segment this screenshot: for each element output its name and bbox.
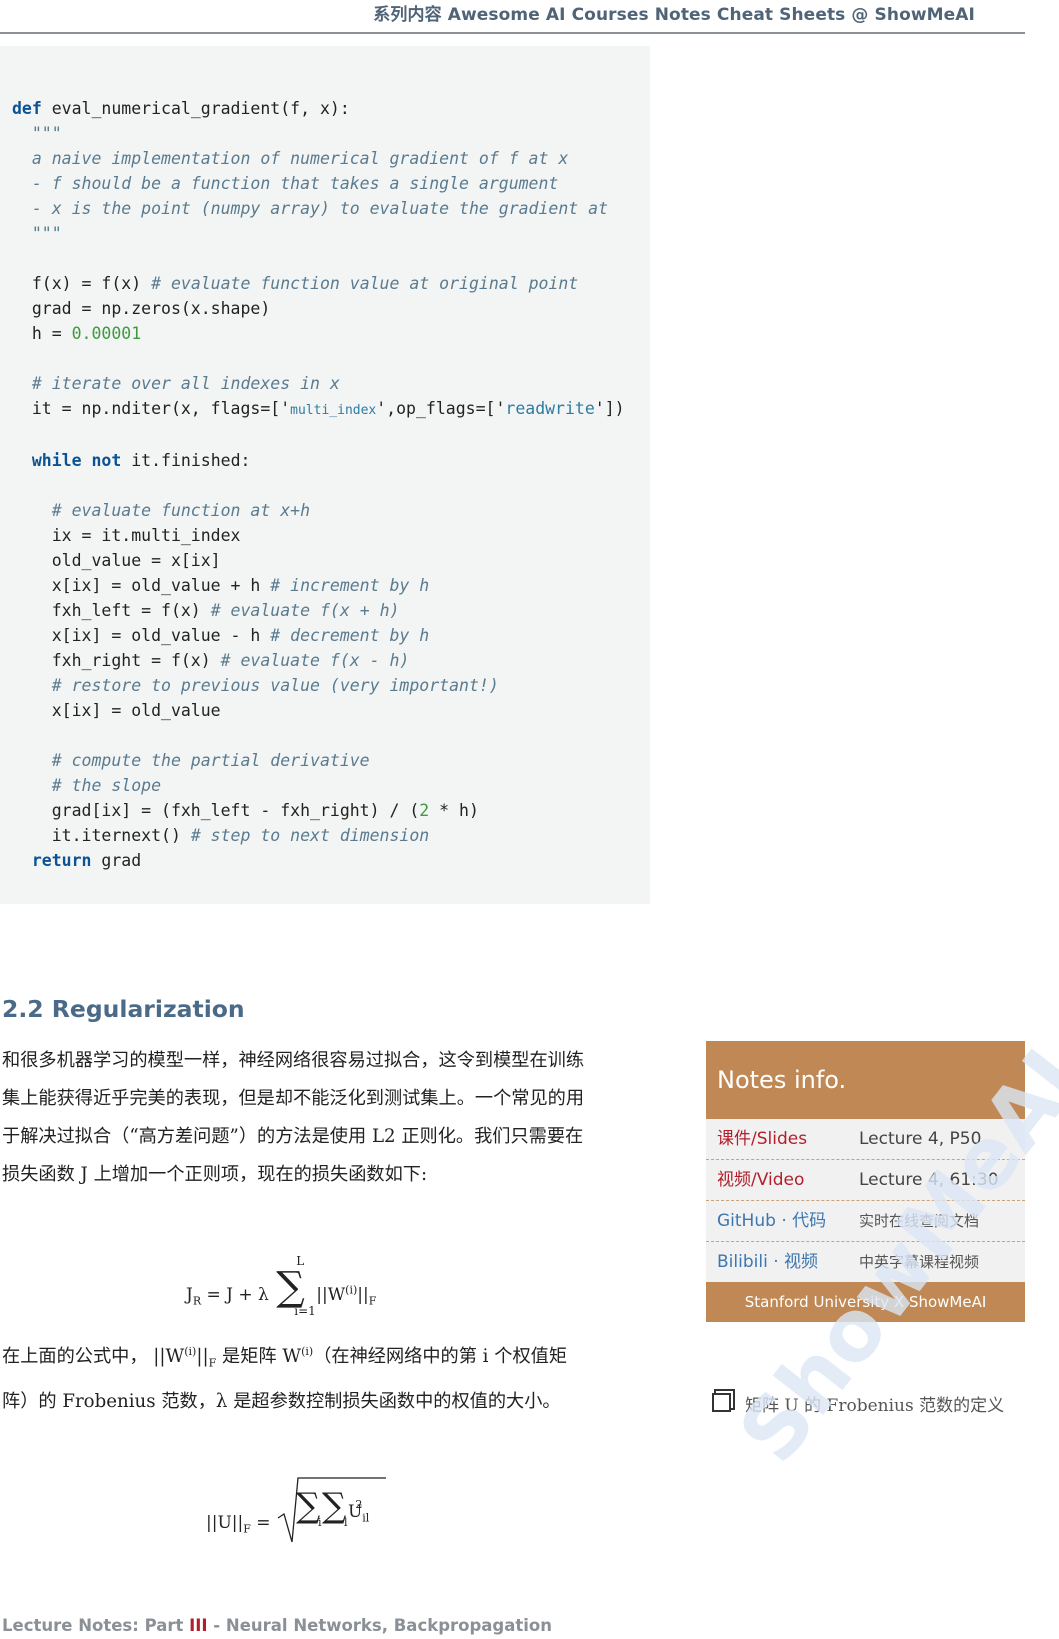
- code-line: x[ix] = old_value: [12, 701, 221, 720]
- code-line: it.iternext(): [12, 826, 191, 845]
- code-line: ']): [594, 399, 625, 418]
- formula-lhs-sub: R: [192, 1294, 202, 1308]
- section-title: 2.2 Regularization: [2, 995, 245, 1023]
- sum-l: l: [343, 1516, 348, 1529]
- norm-close: ||: [357, 1285, 369, 1305]
- code-line: it = np.nditer(x, flags=[': [12, 399, 291, 418]
- site-title: Awesome AI Courses Notes Cheat Sheets @ …: [447, 5, 975, 25]
- code-line: h =: [12, 324, 72, 343]
- code-comment: # compute the partial derivative: [12, 751, 370, 770]
- code-string: readwrite: [505, 399, 595, 418]
- para2-norm: ||W: [147, 1346, 185, 1368]
- code-line: fxh_left = f(x): [12, 601, 211, 620]
- code-line: old_value = x[ix]: [12, 551, 221, 570]
- notes-key: GitHub · 代码: [717, 1211, 827, 1231]
- sum-symbol: ∑ Li=1: [276, 1254, 316, 1318]
- footer-suffix: - Neural Networks, Backpropagation: [207, 1616, 552, 1635]
- code-line: grad[ix] = (fxh_left - fxh_right) / (: [12, 801, 420, 820]
- code-line: x[ix] = old_value + h: [12, 576, 271, 595]
- series-label: 系列内容: [373, 5, 442, 25]
- code-keyword: not: [91, 451, 122, 470]
- frob-u-sub: il: [362, 1511, 370, 1525]
- code-block: def eval_numerical_gradient(f, x): """ a…: [0, 46, 650, 904]
- notes-key: 课件/Slides: [717, 1129, 808, 1149]
- footer-prefix: Lecture Notes: Part: [2, 1616, 190, 1635]
- code-text: def eval_numerical_gradient(f, x): """ a…: [0, 46, 650, 873]
- code-line: x[ix] = old_value - h: [12, 626, 271, 645]
- sum-upper-limit: L: [296, 1254, 305, 1268]
- para2-text: 在上面的公式中，: [2, 1346, 148, 1368]
- sum-lower-limit: i=1: [294, 1304, 316, 1318]
- frob-eq: =: [250, 1513, 276, 1533]
- code-comment: # increment by h: [270, 576, 430, 595]
- code-comment: # iterate over all indexes in x: [12, 374, 340, 393]
- frobenius-norm-formula: ||U||F = ∑ i ∑ l Uil2: [206, 1477, 386, 1546]
- para2-norm-sup: (i): [184, 1345, 197, 1358]
- code-line: * h): [429, 801, 479, 820]
- code-line: fxh_right = f(x): [12, 651, 221, 670]
- code-docstring: - f should be a function that takes a si…: [12, 174, 559, 193]
- regularized-loss-formula: JR = J + λ ∑ Li=1 ||W(i)||F: [186, 1254, 377, 1318]
- formula-lhs: J: [186, 1285, 193, 1305]
- code-comment: # evaluate function value at original po…: [151, 274, 579, 293]
- code-line: it.finished:: [121, 451, 251, 470]
- code-docstring: """: [12, 124, 62, 143]
- code-comment: # evaluate f(x - h): [220, 651, 410, 670]
- code-number: 0.00001: [71, 324, 142, 343]
- code-string: multi_index: [290, 403, 377, 418]
- page-footer: Lecture Notes: Part III - Neural Network…: [2, 1616, 552, 1635]
- code-docstring: a naive implementation of numerical grad…: [12, 149, 569, 168]
- sqrt-symbol: ∑ i ∑ l Uil2: [276, 1477, 386, 1546]
- page-header: 系列内容 Awesome AI Courses Notes Cheat Shee…: [373, 0, 975, 26]
- para2-text: 是矩阵 W: [216, 1346, 302, 1368]
- code-line: f(x) = f(x): [12, 274, 152, 293]
- frob-lhs: ||U||: [206, 1513, 244, 1533]
- code-comment: # restore to previous value (very import…: [12, 676, 499, 695]
- code-comment: # evaluate function at x+h: [12, 501, 311, 520]
- code-keyword: while: [31, 451, 82, 470]
- code-line: eval_numerical_gradient(f, x):: [41, 99, 350, 118]
- header-rule: [0, 32, 1025, 34]
- footer-part-number: III: [189, 1616, 208, 1635]
- code-number: 2: [419, 801, 430, 820]
- code-docstring: """: [12, 224, 62, 243]
- code-line: grad: [91, 851, 142, 870]
- code-line: ',op_flags=[': [376, 399, 506, 418]
- norm-sup: (i): [345, 1283, 358, 1297]
- code-comment: # evaluate f(x + h): [210, 601, 400, 620]
- paragraph-regularization: 和很多机器学习的模型一样，神经网络很容易过拟合，这令到模型在训练集上能获得近乎完…: [2, 1050, 585, 1185]
- code-line: ix = it.multi_index: [12, 526, 241, 545]
- para2-norm-close: ||: [196, 1346, 209, 1368]
- frob-u-sup: 2: [355, 1498, 363, 1511]
- para2-sup: (i): [301, 1345, 314, 1358]
- code-comment: # decrement by h: [270, 626, 430, 645]
- code-docstring: - x is the point (numpy array) to evalua…: [12, 199, 609, 218]
- code-line: grad = np.zeros(x.shape): [12, 299, 271, 318]
- norm-open: ||W: [316, 1285, 346, 1305]
- paragraph-frobenius: 在上面的公式中， ||W(i)||F 是矩阵 W(i)（在神经网络中的第 i 个…: [2, 1333, 592, 1421]
- code-comment: # the slope: [12, 776, 162, 795]
- code-comment: # step to next dimension: [190, 826, 430, 845]
- code-keyword: def: [12, 99, 42, 118]
- frob-lhs-sub: F: [243, 1522, 251, 1536]
- formula-eq: = J + λ: [201, 1285, 275, 1305]
- notes-key: 视频/Video: [717, 1170, 805, 1190]
- norm-sub: F: [368, 1294, 377, 1308]
- code-keyword: return: [31, 851, 92, 870]
- sum-i: i: [317, 1516, 322, 1529]
